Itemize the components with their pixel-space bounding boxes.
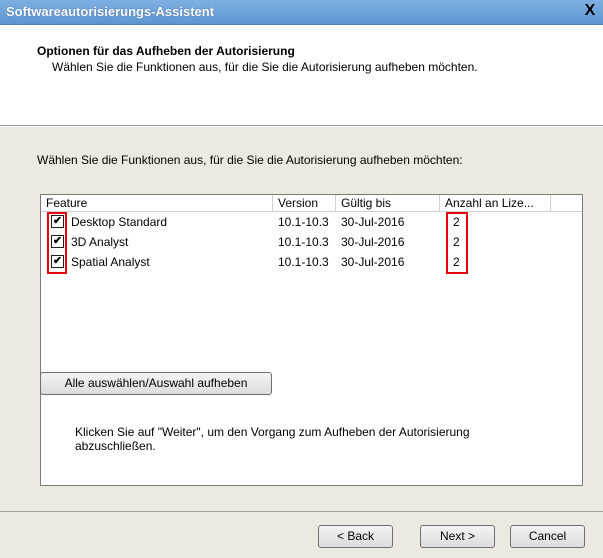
close-icon[interactable]: X [581,2,599,20]
wizard-content: Wählen Sie die Funktionen aus, für die S… [0,127,603,511]
select-all-button[interactable]: Alle auswählen/Auswahl aufheben [40,372,272,395]
footer-line-1: Klicken Sie auf "Weiter", um den Vorgang… [75,425,470,439]
list-header: Feature Version Gültig bis Anzahl an Liz… [41,195,582,212]
footer-line-2: abzuschließen. [75,439,156,453]
wizard-header: Optionen für das Aufheben der Autorisier… [0,25,603,125]
instruction-text: Wählen Sie die Funktionen aus, für die S… [37,153,463,167]
feature-valid-until: 30-Jul-2016 [341,235,405,249]
window-title: Softwareautorisierungs-Assistent [6,4,215,19]
next-button-label: Next > [439,529,475,543]
column-header-license-count[interactable]: Anzahl an Lize... [440,195,551,211]
header-title: Optionen für das Aufheben der Autorisier… [37,44,295,58]
column-header-version[interactable]: Version [273,195,336,211]
button-bar: < Back Next > Cancel [0,511,603,558]
back-button-label: < Back [336,529,375,543]
header-subtitle: Wählen Sie die Funktionen aus, für die S… [52,60,478,74]
license-count-highlight-box [446,212,468,274]
feature-version: 10.1-10.3 [278,235,329,249]
next-button[interactable]: Next > [420,525,495,548]
table-row[interactable]: ✔ Desktop Standard 10.1-10.3 30-Jul-2016… [41,212,582,232]
feature-name: Spatial Analyst [71,255,150,269]
feature-version: 10.1-10.3 [278,215,329,229]
feature-name: Desktop Standard [71,215,168,229]
feature-valid-until: 30-Jul-2016 [341,215,405,229]
checkbox-highlight-box [47,212,67,274]
feature-version: 10.1-10.3 [278,255,329,269]
column-header-feature[interactable]: Feature [41,195,273,211]
feature-name: 3D Analyst [71,235,129,249]
back-button[interactable]: < Back [318,525,393,548]
table-row[interactable]: ✔ Spatial Analyst 10.1-10.3 30-Jul-2016 … [41,252,582,272]
cancel-button[interactable]: Cancel [510,525,585,548]
feature-valid-until: 30-Jul-2016 [341,255,405,269]
footer-instruction: Klicken Sie auf "Weiter", um den Vorgang… [75,425,555,453]
title-bar: Softwareautorisierungs-Assistent X [0,0,603,25]
table-row[interactable]: ✔ 3D Analyst 10.1-10.3 30-Jul-2016 2 [41,232,582,252]
column-header-valid-until[interactable]: Gültig bis [336,195,440,211]
